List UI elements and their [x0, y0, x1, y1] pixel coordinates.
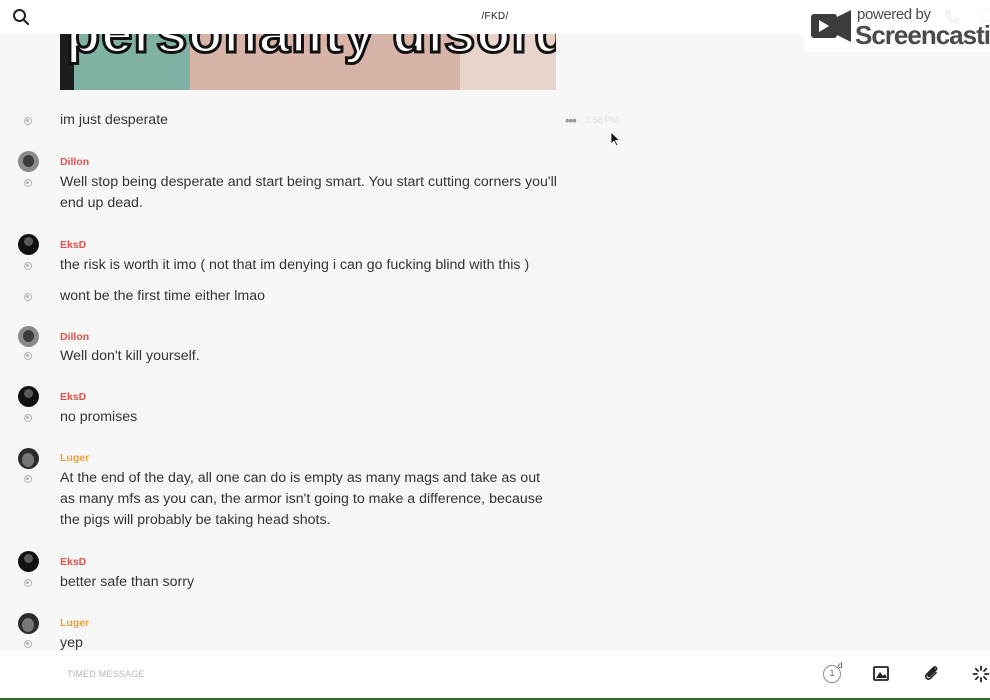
read-status-icon [24, 352, 32, 360]
timer-unit-label: d [838, 661, 843, 670]
avatar-luger[interactable] [18, 448, 39, 469]
avatar-dillon[interactable] [18, 326, 39, 347]
sender-name[interactable]: Dillon [60, 331, 89, 343]
sparkle-icon[interactable] [972, 665, 990, 683]
sender-name[interactable]: EksD [60, 391, 86, 403]
message-text: Well stop being desperate and start bein… [60, 174, 557, 211]
message-text: im just desperate [60, 112, 169, 128]
image-caption-text: personality disorder [64, 34, 556, 66]
read-status-icon [24, 179, 32, 187]
image-icon[interactable] [873, 666, 889, 681]
avatar-luger[interactable] [18, 613, 39, 634]
paperclip-icon[interactable] [923, 664, 939, 682]
sender-name[interactable]: Luger [60, 617, 89, 629]
sender-name[interactable]: Luger [60, 452, 89, 464]
message-text: no promises [60, 409, 138, 425]
message-text: better safe than sorry [60, 574, 195, 590]
read-status-icon [24, 262, 32, 270]
message-text: At the end of the day, all one can do is… [60, 470, 543, 528]
message-text: Well don't kill yourself. [60, 348, 200, 364]
sender-name[interactable]: Dillon [60, 156, 89, 168]
message-options-icon[interactable]: ••• [565, 113, 577, 128]
message-timestamp: 3:58 PM [585, 115, 619, 125]
sender-name[interactable]: EksD [60, 239, 86, 251]
composer-bar: TIMED MESSAGE 1 d [0, 651, 990, 698]
message-text: the risk is worth it imo ( not that im d… [60, 257, 530, 273]
read-status-icon [24, 414, 32, 422]
read-status-icon [24, 579, 32, 587]
read-status-icon [24, 293, 32, 301]
mouse-cursor-icon [610, 131, 622, 147]
avatar-eksd[interactable] [18, 234, 39, 255]
avatar-eksd[interactable] [18, 386, 39, 407]
screencastify-watermark: powered by Screencastify [804, 0, 990, 52]
avatar-eksd[interactable] [18, 551, 39, 572]
read-status-icon [24, 640, 32, 648]
message-text: wont be the first time either lmao [60, 288, 266, 304]
avatar-dillon[interactable] [18, 151, 39, 172]
screencastify-logo-icon [809, 8, 853, 44]
sender-name[interactable]: EksD [60, 556, 86, 568]
read-status-icon [24, 475, 32, 483]
read-status-icon [24, 117, 32, 125]
timed-message-input[interactable]: TIMED MESSAGE [67, 669, 145, 679]
watermark-brand-text: Screencastify [855, 20, 990, 50]
shared-image[interactable]: personality disorder [60, 34, 556, 90]
